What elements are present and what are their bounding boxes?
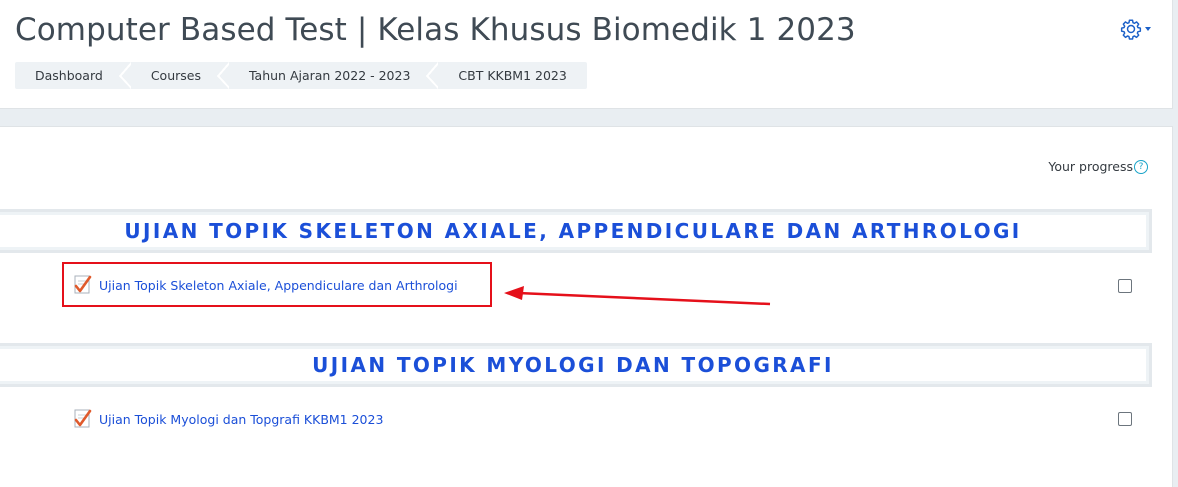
breadcrumb: Dashboard Courses Tahun Ajaran 2022 - 20… <box>15 62 587 89</box>
section-header: UJIAN TOPIK MYOLOGI DAN TOPOGRAFI <box>0 343 1152 387</box>
settings-menu-button[interactable] <box>1120 16 1160 42</box>
breadcrumb-item-course[interactable]: CBT KKBM1 2023 <box>438 62 586 89</box>
breadcrumb-label: Tahun Ajaran 2022 - 2023 <box>248 68 411 83</box>
gear-icon <box>1120 19 1142 40</box>
chevron-down-icon <box>1145 27 1151 31</box>
annotation-highlight-box <box>62 262 492 307</box>
annotation-arrow-icon <box>504 286 771 306</box>
progress-label: Your progress <box>1048 159 1133 174</box>
section-title: UJIAN TOPIK MYOLOGI DAN TOPOGRAFI <box>312 353 834 377</box>
progress-indicator: Your progress ? <box>1048 159 1148 174</box>
quiz-icon <box>74 409 92 428</box>
help-icon[interactable]: ? <box>1134 159 1148 174</box>
completion-checkbox[interactable] <box>1118 412 1132 426</box>
breadcrumb-item-courses[interactable]: Courses <box>131 62 229 89</box>
breadcrumb-label: Dashboard <box>35 68 103 83</box>
breadcrumb-label: Courses <box>150 68 201 83</box>
breadcrumb-separator <box>426 62 439 89</box>
section-title: UJIAN TOPIK SKELETON AXIALE, APPENDICULA… <box>124 219 1022 243</box>
breadcrumb-item-dashboard[interactable]: Dashboard <box>15 62 131 89</box>
activity-link[interactable]: Ujian Topik Myologi dan Topgrafi KKBM1 2… <box>73 408 383 430</box>
section-header: UJIAN TOPIK SKELETON AXIALE, APPENDICULA… <box>0 209 1152 253</box>
breadcrumb-label: CBT KKBM1 2023 <box>458 68 567 83</box>
breadcrumb-item-year[interactable]: Tahun Ajaran 2022 - 2023 <box>229 62 439 89</box>
activity-label: Ujian Topik Myologi dan Topgrafi KKBM1 2… <box>99 411 384 427</box>
page-title: Computer Based Test | Kelas Khusus Biome… <box>15 12 856 48</box>
breadcrumb-separator <box>216 62 229 89</box>
completion-checkbox[interactable] <box>1118 279 1132 293</box>
breadcrumb-separator <box>118 62 131 89</box>
page-header: Computer Based Test | Kelas Khusus Biome… <box>0 0 1173 109</box>
